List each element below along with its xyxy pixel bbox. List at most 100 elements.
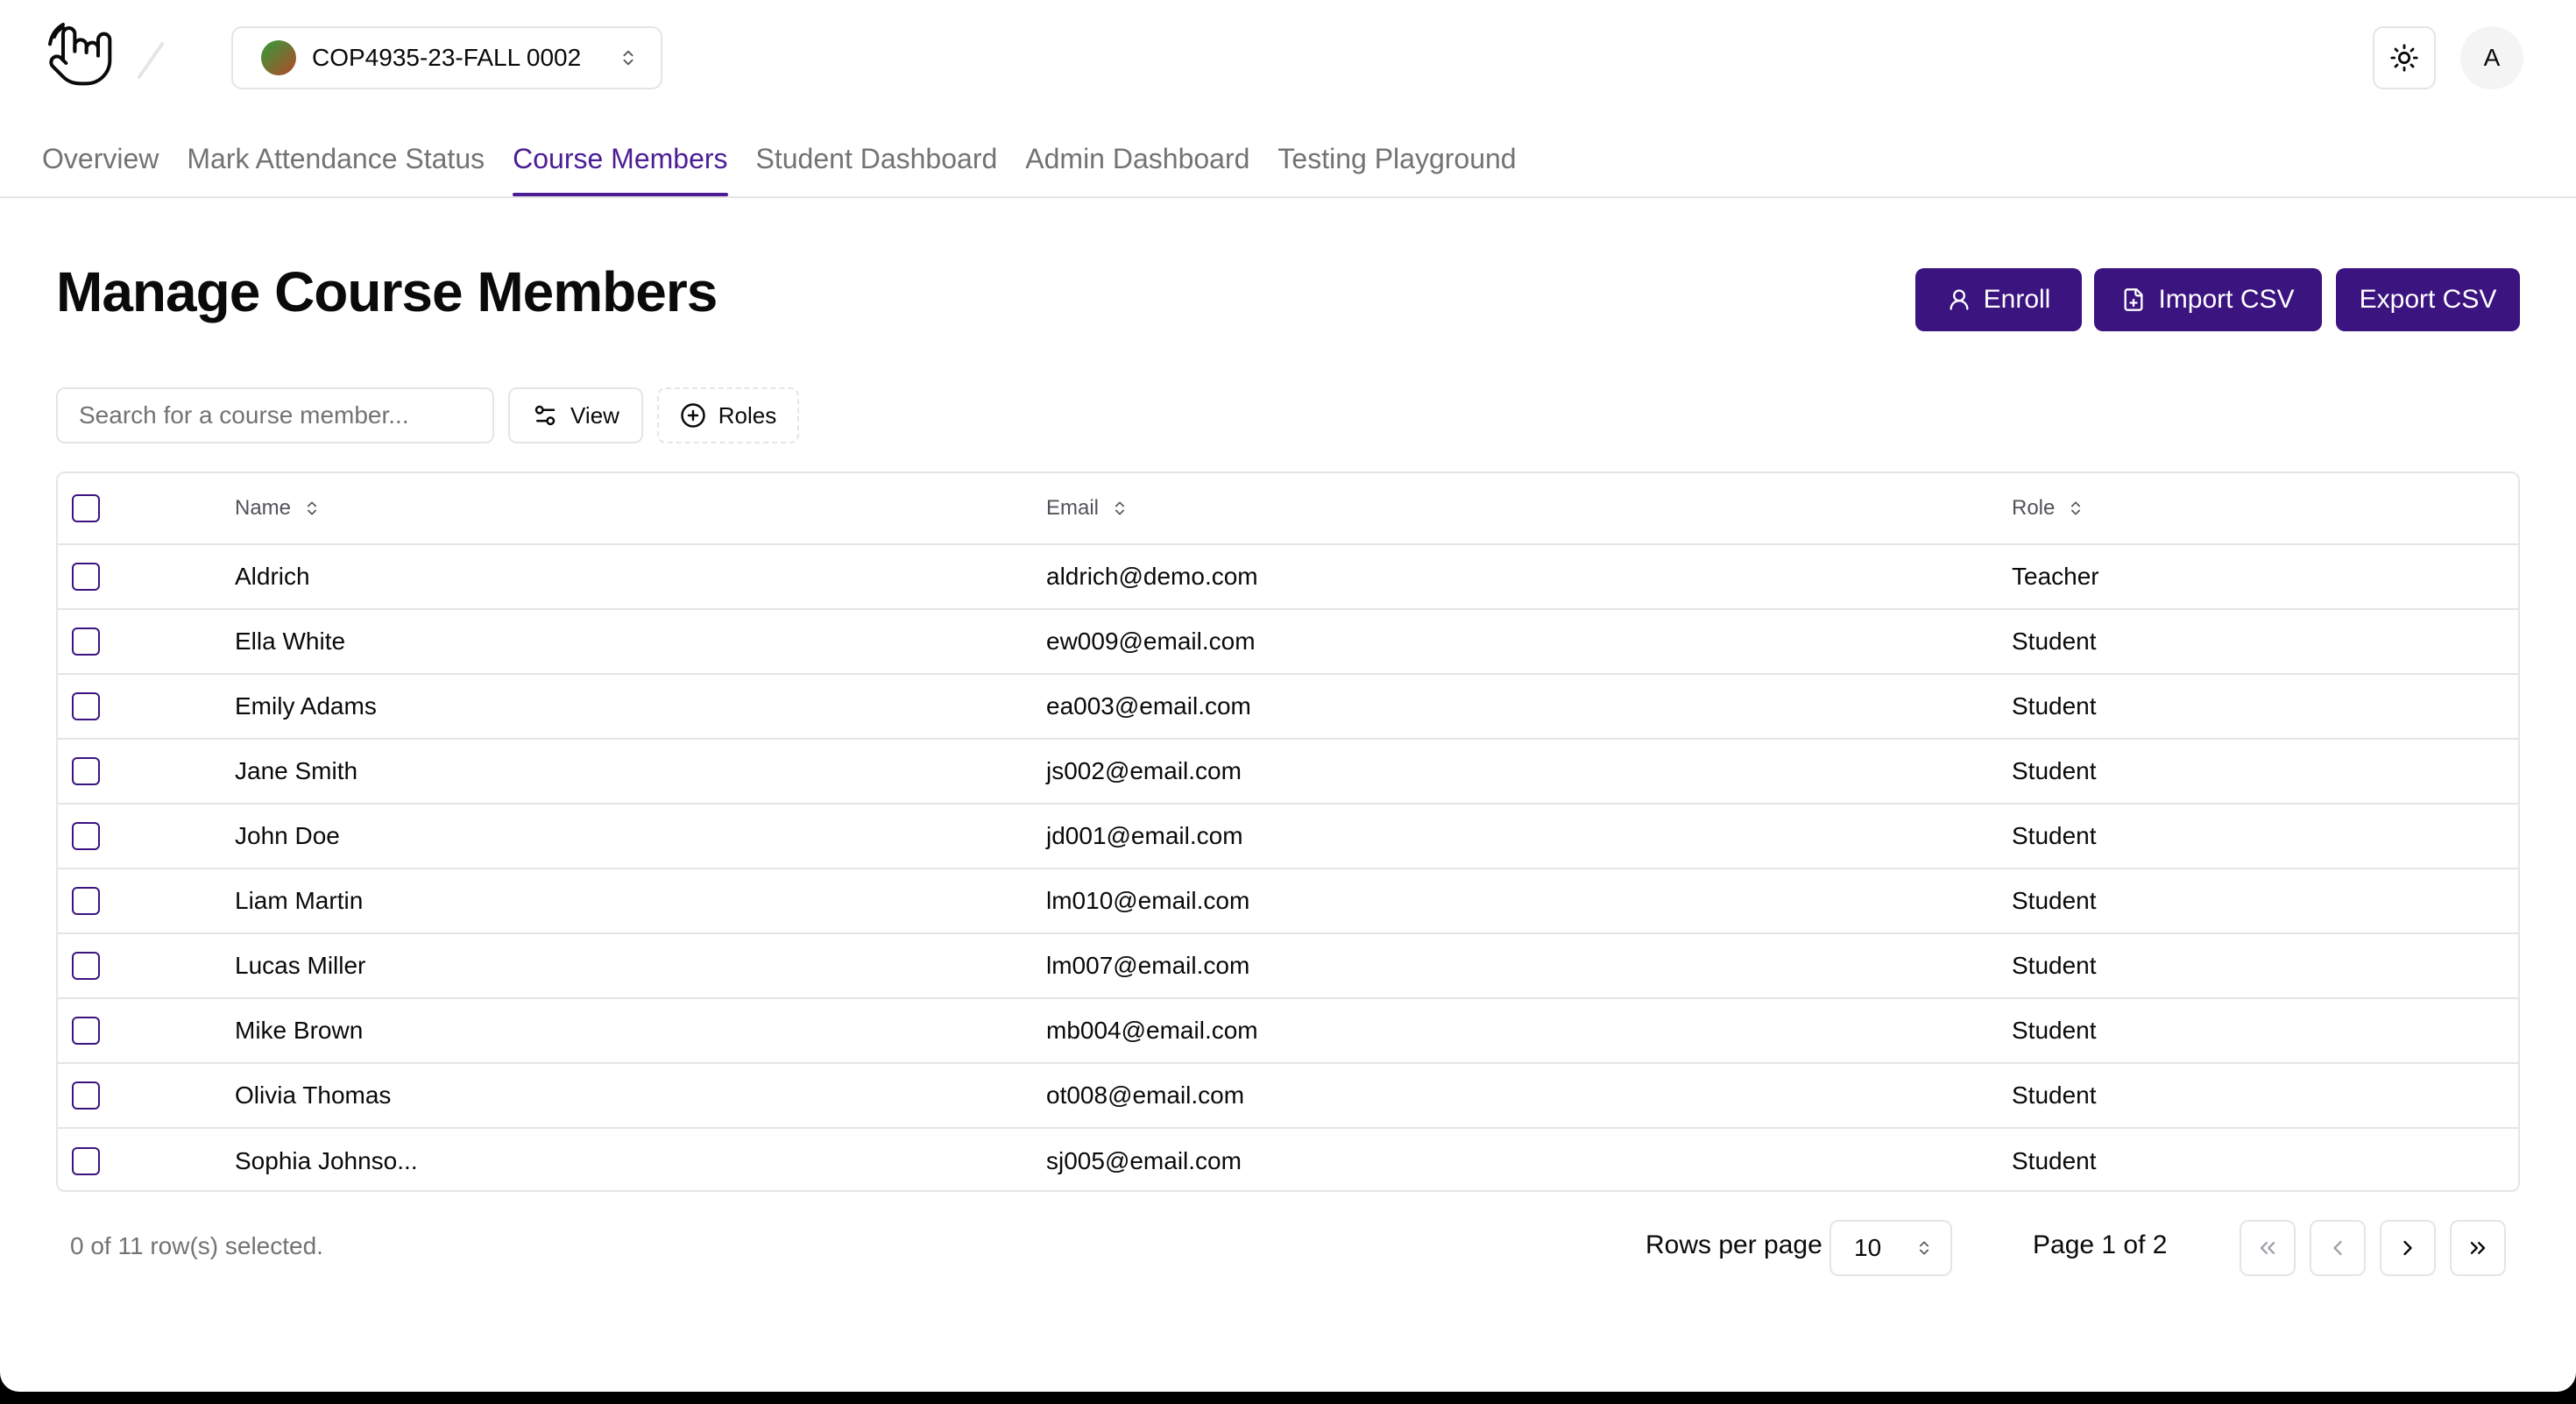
member-name: Ella White xyxy=(235,628,346,655)
member-name: Sophia Johnso... xyxy=(235,1147,418,1174)
table-row[interactable]: Liam Martin lm010@email.com Student xyxy=(58,869,2518,934)
row-select-cell xyxy=(72,1064,100,1127)
course-color-dot xyxy=(261,40,296,75)
column-header-label: Email xyxy=(1046,496,1100,520)
theme-toggle-button[interactable] xyxy=(2373,26,2436,89)
enroll-button-label: Enroll xyxy=(1983,285,2051,314)
first-page-button[interactable] xyxy=(2240,1220,2296,1276)
column-header-name[interactable]: Name xyxy=(235,473,321,543)
tab-course-members[interactable]: Course Members xyxy=(513,131,728,196)
table-header-row: Name Email Role xyxy=(58,473,2518,545)
rows-per-page-value: 10 xyxy=(1854,1234,1882,1261)
avatar[interactable]: A xyxy=(2460,26,2523,89)
tab-testing-playground[interactable]: Testing Playground xyxy=(1277,131,1516,195)
column-header-label: Name xyxy=(235,496,292,520)
member-name: Emily Adams xyxy=(235,692,377,720)
row-checkbox[interactable] xyxy=(72,952,100,980)
row-checkbox[interactable] xyxy=(72,887,100,915)
table-row[interactable]: Ella White ew009@email.com Student xyxy=(58,610,2518,675)
table-row[interactable]: Sophia Johnso... sj005@email.com Student xyxy=(58,1129,2518,1190)
member-email: sj005@email.com xyxy=(1046,1147,1242,1174)
member-role: Student xyxy=(2012,1147,2097,1174)
row-select-cell xyxy=(72,545,100,608)
row-checkbox[interactable] xyxy=(72,822,100,850)
member-role: Student xyxy=(2012,628,2097,655)
member-email: ot008@email.com xyxy=(1046,1081,1245,1109)
row-checkbox[interactable] xyxy=(72,1147,100,1175)
tab-overview[interactable]: Overview xyxy=(42,131,159,195)
table-row[interactable]: John Doe jd001@email.com Student xyxy=(58,805,2518,869)
table-row[interactable]: Mike Brown mb004@email.com Student xyxy=(58,999,2518,1064)
select-all-checkbox[interactable] xyxy=(72,494,100,522)
last-page-button[interactable] xyxy=(2450,1220,2506,1276)
row-select-cell xyxy=(72,869,100,932)
chevrons-left-icon xyxy=(2260,1242,2275,1254)
roles-filter-button[interactable]: Roles xyxy=(657,387,799,443)
row-select-cell xyxy=(72,934,100,997)
members-table: Name Email Role Aldrich aldrich@demo.com… xyxy=(56,472,2520,1192)
row-checkbox[interactable] xyxy=(72,1081,100,1110)
export-csv-button-label: Export CSV xyxy=(2359,285,2497,314)
enroll-button[interactable]: Enroll xyxy=(1915,268,2082,331)
member-role: Teacher xyxy=(2012,563,2099,590)
file-plus-icon xyxy=(2124,288,2143,311)
search-input[interactable] xyxy=(56,387,494,443)
member-email: lm007@email.com xyxy=(1046,952,1250,979)
member-role: Student xyxy=(2012,1017,2097,1044)
member-name: Liam Martin xyxy=(235,887,364,914)
view-options-button[interactable]: View xyxy=(508,387,643,443)
nav-divider xyxy=(0,196,2576,198)
rows-per-page-label: Rows per page xyxy=(1645,1230,1822,1259)
tab-mark-attendance-status[interactable]: Mark Attendance Status xyxy=(187,131,485,195)
member-email: ea003@email.com xyxy=(1046,692,1251,720)
row-select-cell xyxy=(72,675,100,738)
member-email: mb004@email.com xyxy=(1046,1017,1258,1044)
column-header-email[interactable]: Email xyxy=(1046,473,1129,543)
table-row[interactable]: Jane Smith js002@email.com Student xyxy=(58,740,2518,805)
member-email: ew009@email.com xyxy=(1046,628,1256,655)
row-checkbox[interactable] xyxy=(72,692,100,720)
chevrons-up-down-icon xyxy=(623,50,633,66)
page-info: Page 1 of 2 xyxy=(2033,1230,2168,1259)
course-selector[interactable]: COP4935-23-FALL 0002 xyxy=(231,26,662,89)
tab-student-dashboard[interactable]: Student Dashboard xyxy=(756,131,998,195)
import-csv-button-label: Import CSV xyxy=(2158,285,2295,314)
selection-info: 0 of 11 row(s) selected. xyxy=(70,1232,323,1259)
tab-admin-dashboard[interactable]: Admin Dashboard xyxy=(1025,131,1249,195)
row-select-cell xyxy=(72,610,100,673)
header-divider xyxy=(137,41,165,80)
waving-hand-icon[interactable] xyxy=(46,19,116,89)
table-row[interactable]: Aldrich aldrich@demo.com Teacher xyxy=(58,545,2518,610)
chevron-left-icon xyxy=(2333,1240,2342,1256)
member-role: Student xyxy=(2012,952,2097,979)
row-checkbox[interactable] xyxy=(72,1017,100,1045)
member-role: Student xyxy=(2012,822,2097,849)
import-csv-button[interactable]: Import CSV xyxy=(2094,268,2322,331)
row-select-cell xyxy=(72,805,100,868)
member-email: lm010@email.com xyxy=(1046,887,1250,914)
plus-circle-icon xyxy=(681,403,705,428)
view-button-label: View xyxy=(570,401,619,429)
table-row[interactable]: Olivia Thomas ot008@email.com Student xyxy=(58,1064,2518,1129)
row-checkbox[interactable] xyxy=(72,757,100,785)
row-checkbox[interactable] xyxy=(72,563,100,591)
next-page-button[interactable] xyxy=(2380,1220,2436,1276)
member-role: Student xyxy=(2012,692,2097,720)
table-row[interactable]: Lucas Miller lm007@email.com Student xyxy=(58,934,2518,999)
course-name: COP4935-23-FALL 0002 xyxy=(312,44,582,71)
table-row[interactable]: Emily Adams ea003@email.com Student xyxy=(58,675,2518,740)
user-icon xyxy=(1950,289,1969,310)
row-select-cell xyxy=(72,1129,100,1190)
row-select-cell xyxy=(72,740,100,803)
rows-per-page-select[interactable]: 10 xyxy=(1829,1220,1952,1276)
row-checkbox[interactable] xyxy=(72,628,100,656)
sliders-icon xyxy=(534,405,556,426)
member-name: Lucas Miller xyxy=(235,952,366,979)
member-name: Aldrich xyxy=(235,563,310,590)
export-csv-button[interactable]: Export CSV xyxy=(2336,268,2520,331)
previous-page-button[interactable] xyxy=(2310,1220,2366,1276)
chevron-right-icon xyxy=(2403,1240,2412,1256)
select-all-cell xyxy=(72,473,100,543)
column-header-role[interactable]: Role xyxy=(2012,473,2084,543)
chevrons-up-down-icon xyxy=(1115,501,1125,515)
